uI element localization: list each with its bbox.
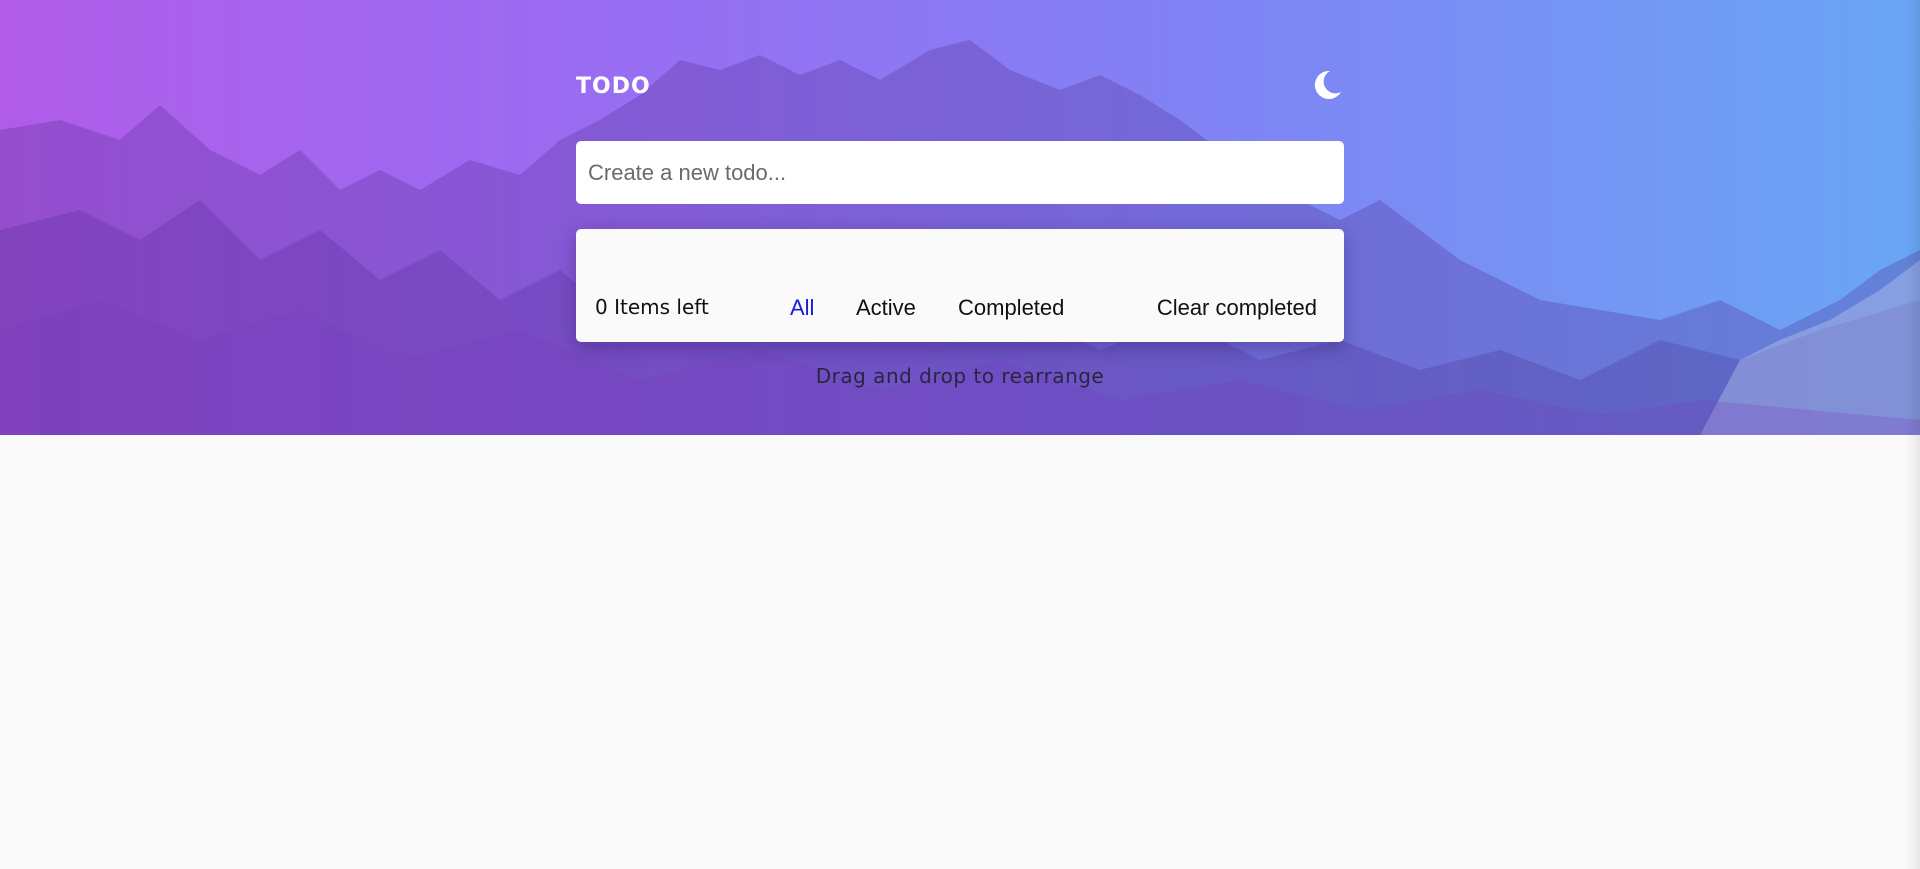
items-left-count: 0 Items left [595, 295, 709, 319]
app-title: TODO [576, 74, 651, 99]
theme-toggle-button[interactable] [1310, 68, 1344, 102]
app-header: TODO [576, 62, 1344, 108]
filter-all-button[interactable]: All [790, 295, 814, 321]
new-todo-input[interactable] [576, 141, 1344, 204]
drag-drop-hint: Drag and drop to rearrange [815, 364, 1105, 388]
clear-completed-button[interactable]: Clear completed [1157, 295, 1317, 321]
scrollbar-edge [1906, 0, 1920, 869]
moon-icon [1314, 70, 1341, 99]
filter-active-button[interactable]: Active [856, 295, 916, 321]
todo-list-card: 0 Items left All Active Completed Clear … [576, 229, 1344, 342]
filter-completed-button[interactable]: Completed [958, 295, 1064, 321]
